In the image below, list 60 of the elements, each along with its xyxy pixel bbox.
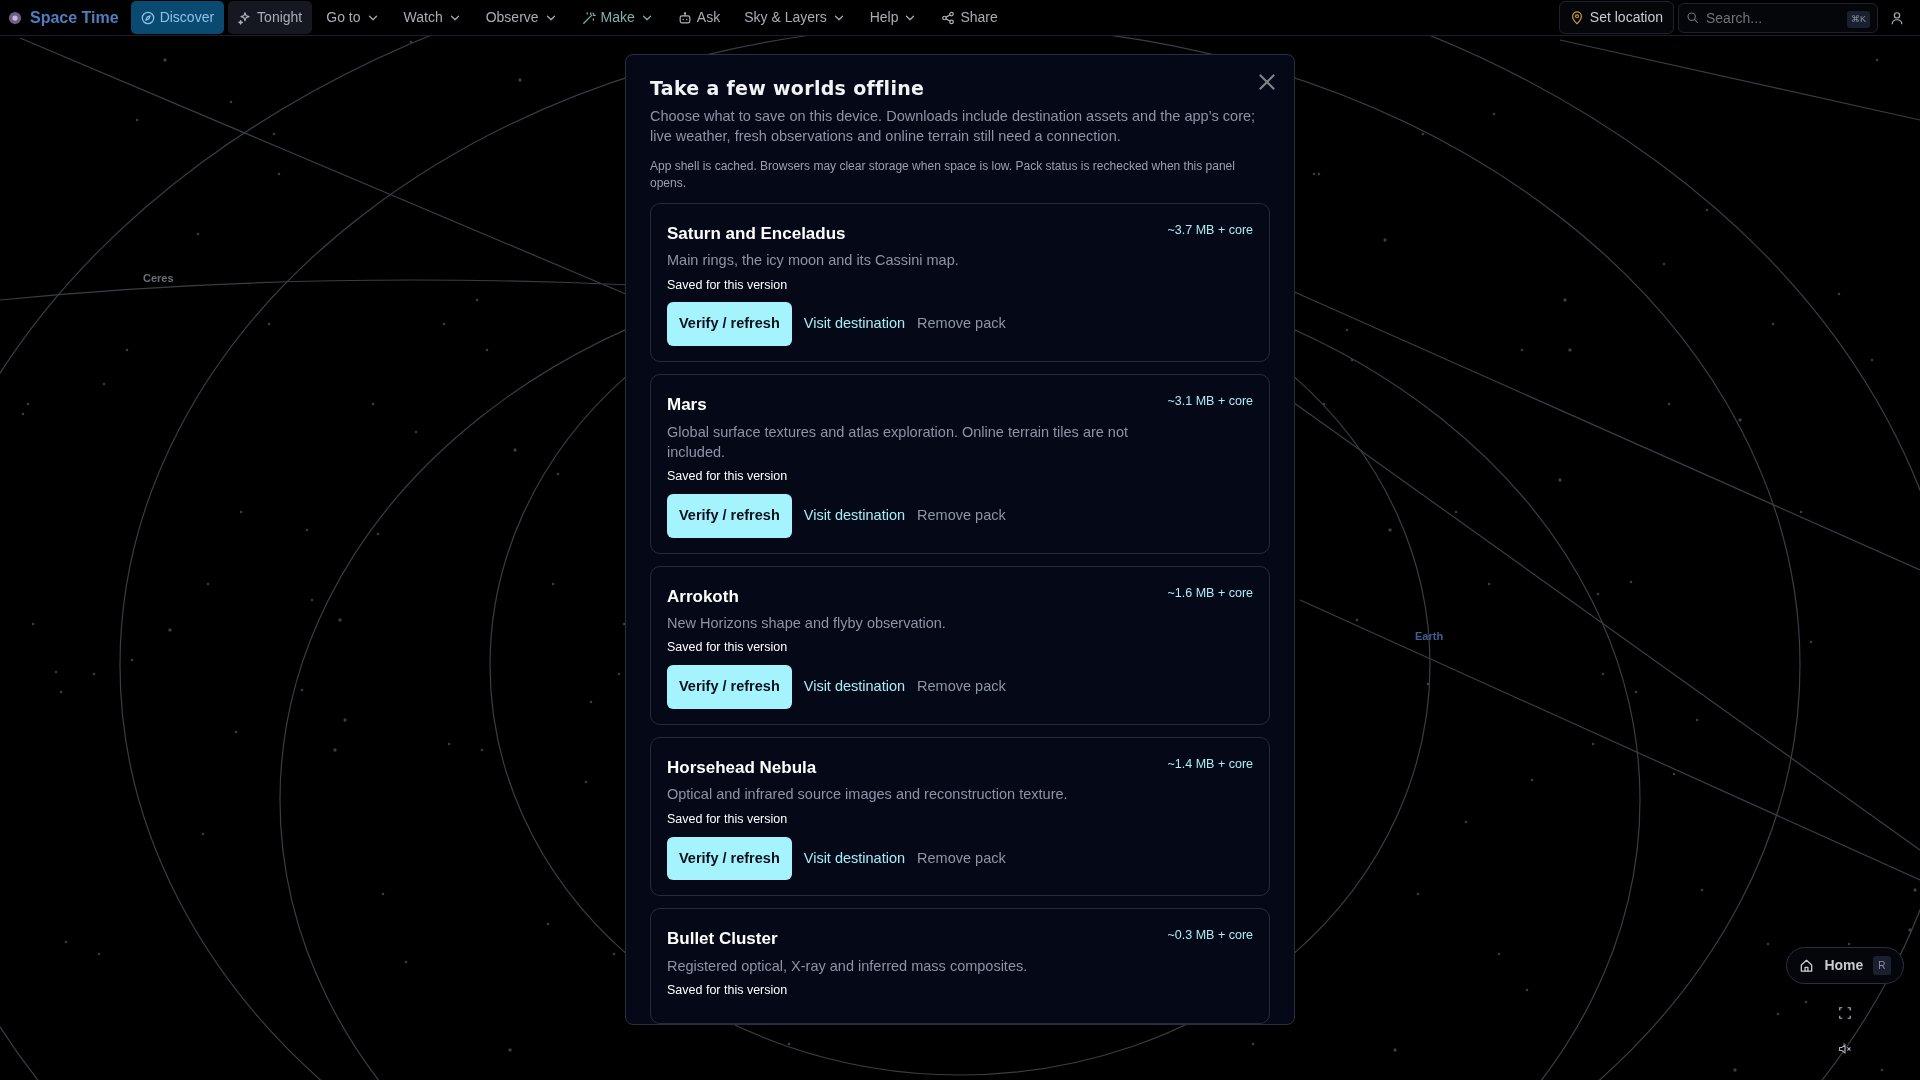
verify-refresh-button[interactable]: Verify / refresh: [667, 836, 792, 881]
pack-status: Saved for this version: [667, 982, 789, 1000]
compass-icon: [140, 10, 155, 25]
set-location-button[interactable]: Set location: [1558, 1, 1674, 34]
nav-menu-item[interactable]: Go to: [316, 1, 390, 34]
verify-refresh-button[interactable]: Verify / refresh: [667, 665, 792, 709]
dialog-description: Choose what to save on this device. Downloads include destination assets and the app’s core; live weather, fresh observations and online terrain still need a connection.: [650, 106, 1257, 147]
sparkle-icon: [238, 10, 253, 25]
remove-pack-link[interactable]: Remove pack: [917, 847, 1006, 870]
pack-description: Optical and infrared source images and reconstruction texture.: [667, 785, 1069, 805]
verify-refresh-button[interactable]: Verify / refresh: [667, 302, 792, 347]
planet-label: Ceres: [143, 271, 174, 286]
nav-menu-item[interactable]: Watch: [393, 1, 472, 34]
planet-label: Earth: [1415, 629, 1444, 644]
nav-menu-item[interactable]: Sky & Layers: [734, 1, 856, 34]
nav-menu-item[interactable]: Tonight: [228, 1, 313, 34]
pack-status: Saved for this version: [667, 468, 789, 486]
pack-name: Arrokoth: [667, 585, 739, 608]
robot-icon: [677, 10, 692, 25]
visit-destination-link[interactable]: Visit destination: [803, 847, 906, 870]
pack-size: ~3.7 MB + core: [1167, 221, 1253, 239]
pack-name: Bullet Cluster: [667, 928, 778, 951]
pack-size: ~1.4 MB + core: [1167, 755, 1253, 773]
pack-description: Main rings, the icy moon and its Cassini map.: [667, 251, 960, 271]
remove-pack-link[interactable]: Remove pack: [917, 504, 1006, 527]
app-name[interactable]: Space Time: [30, 5, 119, 30]
pack-name: Mars: [667, 394, 707, 417]
pack-description: New Horizons shape and flyby observation.: [667, 614, 947, 634]
close-button[interactable]: [1258, 73, 1276, 91]
nav-menu-item[interactable]: Make: [571, 1, 664, 34]
pack-name: Saturn and Enceladus: [667, 222, 846, 245]
galaxy-logo-icon: [8, 10, 22, 25]
nav-menu-item[interactable]: Help: [859, 1, 928, 34]
pin-icon: [1569, 10, 1584, 25]
nav-menu-item[interactable]: Ask: [667, 1, 731, 34]
wand-icon: [581, 10, 596, 25]
share-icon: [941, 10, 956, 25]
pack-status: Saved for this version: [667, 276, 789, 294]
visit-destination-link[interactable]: Visit destination: [803, 504, 906, 527]
pack-status: Saved for this version: [667, 810, 789, 828]
remove-pack-link[interactable]: Remove pack: [917, 313, 1006, 336]
shortcut-key: R: [1873, 956, 1891, 975]
pack-name: Horsehead Nebula: [667, 756, 817, 779]
verify-refresh-button[interactable]: Verify / refresh: [667, 493, 792, 538]
pack-size: ~0.3 MB + core: [1167, 927, 1253, 945]
pack-size: ~1.6 MB + core: [1167, 584, 1253, 602]
nav-menu-item[interactable]: Share: [931, 1, 1008, 34]
pack-description: Registered optical, X-ray and inferred mass composites.: [667, 956, 1029, 976]
dialog-title: Take a few worlds offline: [650, 77, 925, 100]
pack-status: Saved for this version: [667, 639, 789, 657]
nav-menu-item[interactable]: Observe: [475, 1, 568, 34]
home-button[interactable]: Home R: [1786, 947, 1904, 984]
visit-destination-link[interactable]: Visit destination: [803, 676, 906, 698]
pack-description: Global surface textures and atlas exploration. Online terrain tiles are not included.: [667, 422, 1130, 462]
home-icon: [1799, 958, 1815, 973]
pack-size: ~3.1 MB + core: [1167, 393, 1253, 411]
nav-menu-item[interactable]: Discover: [130, 1, 225, 34]
storage-note: App shell is cached. Browsers may clear storage when space is low. Pack status is rechecked when this panel opens.: [650, 158, 1236, 191]
visit-destination-link[interactable]: Visit destination: [803, 313, 906, 336]
remove-pack-link[interactable]: Remove pack: [917, 676, 1006, 698]
